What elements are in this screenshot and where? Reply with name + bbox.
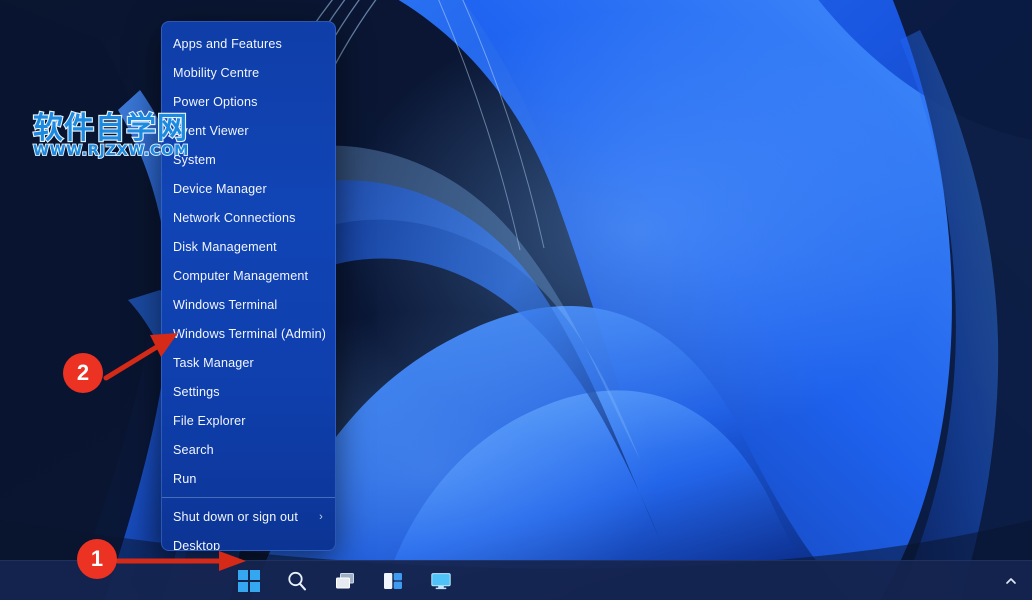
taskbar-center-group xyxy=(232,561,458,600)
menu-item-label: Mobility Centre xyxy=(173,65,260,80)
menu-item-apps-and-features[interactable]: Apps and Features xyxy=(162,29,335,58)
menu-separator xyxy=(162,497,335,498)
menu-item-settings[interactable]: Settings xyxy=(162,377,335,406)
menu-item-label: Apps and Features xyxy=(173,36,282,51)
menu-item-label: Windows Terminal xyxy=(173,297,278,312)
start-button[interactable] xyxy=(232,564,266,598)
search-icon xyxy=(288,571,307,591)
chevron-up-icon xyxy=(1006,578,1016,584)
windows-logo-icon xyxy=(238,570,260,592)
task-view-button[interactable] xyxy=(328,564,362,598)
menu-item-system[interactable]: System xyxy=(162,145,335,174)
search-button[interactable] xyxy=(280,564,314,598)
menu-item-mobility-centre[interactable]: Mobility Centre xyxy=(162,58,335,87)
menu-item-power-options[interactable]: Power Options xyxy=(162,87,335,116)
menu-item-shut-down-or-sign-out[interactable]: Shut down or sign out › xyxy=(162,502,335,531)
menu-item-label: System xyxy=(173,152,216,167)
menu-item-label: File Explorer xyxy=(173,413,246,428)
menu-item-label: Desktop xyxy=(173,538,221,551)
menu-item-label: Windows Terminal (Admin) xyxy=(173,326,325,341)
menu-item-label: Computer Management xyxy=(173,268,309,283)
win-x-quick-link-menu[interactable]: Apps and Features Mobility Centre Power … xyxy=(161,21,336,551)
chat-button[interactable] xyxy=(424,564,458,598)
menu-item-windows-terminal[interactable]: Windows Terminal xyxy=(162,290,335,319)
menu-item-label: Task Manager xyxy=(173,355,254,370)
taskbar xyxy=(0,560,1032,600)
show-hidden-icons-button[interactable] xyxy=(998,566,1024,596)
menu-item-device-manager[interactable]: Device Manager xyxy=(162,174,335,203)
windows-terminal-admin-menu-item[interactable]: Windows Terminal (Admin) xyxy=(162,319,335,348)
monitor-icon xyxy=(431,573,451,590)
menu-item-label: Shut down or sign out xyxy=(173,509,298,524)
menu-item-computer-management[interactable]: Computer Management xyxy=(162,261,335,290)
menu-item-disk-management[interactable]: Disk Management xyxy=(162,232,335,261)
task-view-icon xyxy=(336,573,354,589)
desktop-screen: Apps and Features Mobility Centre Power … xyxy=(0,0,1032,600)
menu-item-label: Event Viewer xyxy=(173,123,249,138)
menu-item-run[interactable]: Run xyxy=(162,464,335,493)
menu-item-label: Disk Management xyxy=(173,239,277,254)
menu-item-label: Settings xyxy=(173,384,220,399)
system-tray xyxy=(998,561,1024,600)
wallpaper-bloom-graphic xyxy=(0,0,1032,600)
menu-item-label: Search xyxy=(173,442,214,457)
menu-item-label: Run xyxy=(173,471,197,486)
desktop-wallpaper xyxy=(0,0,1032,600)
chevron-right-icon: › xyxy=(319,510,323,523)
menu-item-file-explorer[interactable]: File Explorer xyxy=(162,406,335,435)
widgets-icon xyxy=(384,573,402,589)
menu-item-label: Network Connections xyxy=(173,210,296,225)
menu-item-event-viewer[interactable]: Event Viewer xyxy=(162,116,335,145)
menu-item-task-manager[interactable]: Task Manager xyxy=(162,348,335,377)
menu-item-network-connections[interactable]: Network Connections xyxy=(162,203,335,232)
menu-item-desktop[interactable]: Desktop xyxy=(162,531,335,551)
menu-item-label: Device Manager xyxy=(173,181,267,196)
menu-item-label: Power Options xyxy=(173,94,258,109)
widgets-button[interactable] xyxy=(376,564,410,598)
menu-item-search[interactable]: Search xyxy=(162,435,335,464)
